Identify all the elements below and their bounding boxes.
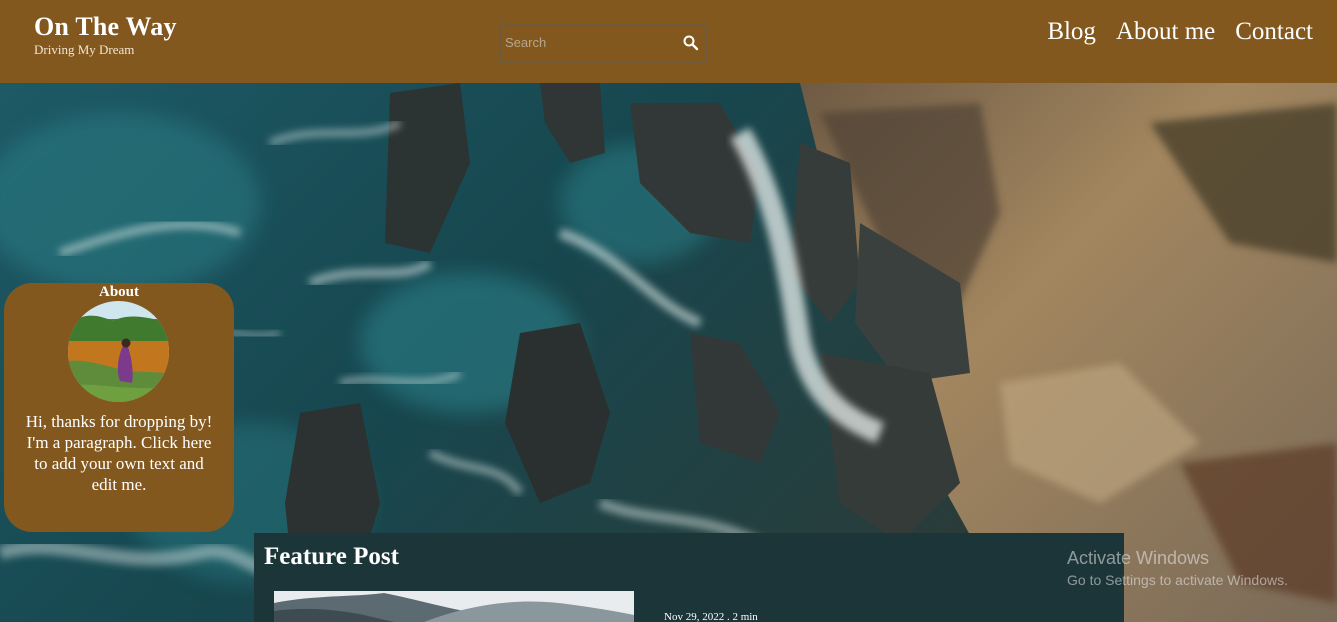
watermark-subtitle: Go to Settings to activate Windows. (1067, 572, 1288, 588)
about-text: Hi, thanks for dropping by! I'm a paragr… (20, 411, 218, 495)
main-nav: Blog About me Contact (1047, 18, 1313, 46)
about-title: About (98, 284, 139, 300)
search-box (499, 24, 708, 63)
feature-post-image[interactable] (274, 591, 634, 622)
activate-windows-watermark: Activate Windows Go to Settings to activ… (1067, 548, 1288, 588)
site-header: On The Way Driving My Dream Blog About m… (0, 0, 1337, 83)
feature-post-title: Feature Post (264, 543, 399, 570)
about-text-greeting: Hi, thanks for dropping by! (25, 412, 213, 431)
nav-contact[interactable]: Contact (1235, 18, 1313, 46)
nav-blog[interactable]: Blog (1047, 18, 1096, 46)
search-input[interactable] (505, 30, 681, 54)
about-text-paragraph: I'm a paragraph. Click here to add your … (26, 433, 212, 494)
nav-about-me[interactable]: About me (1116, 18, 1215, 46)
site-tagline: Driving My Dream (34, 42, 135, 57)
about-avatar (68, 301, 169, 402)
about-card: About Hi, thanks for dropping by! I'm a … (4, 283, 234, 532)
watermark-title: Activate Windows (1067, 548, 1210, 568)
search-icon[interactable] (682, 34, 700, 52)
site-title[interactable]: On The Way (34, 12, 177, 42)
feature-post-section: Feature Post Nov 29, 2022 . 2 min (254, 533, 1124, 622)
feature-post-meta: Nov 29, 2022 . 2 min (664, 611, 758, 622)
